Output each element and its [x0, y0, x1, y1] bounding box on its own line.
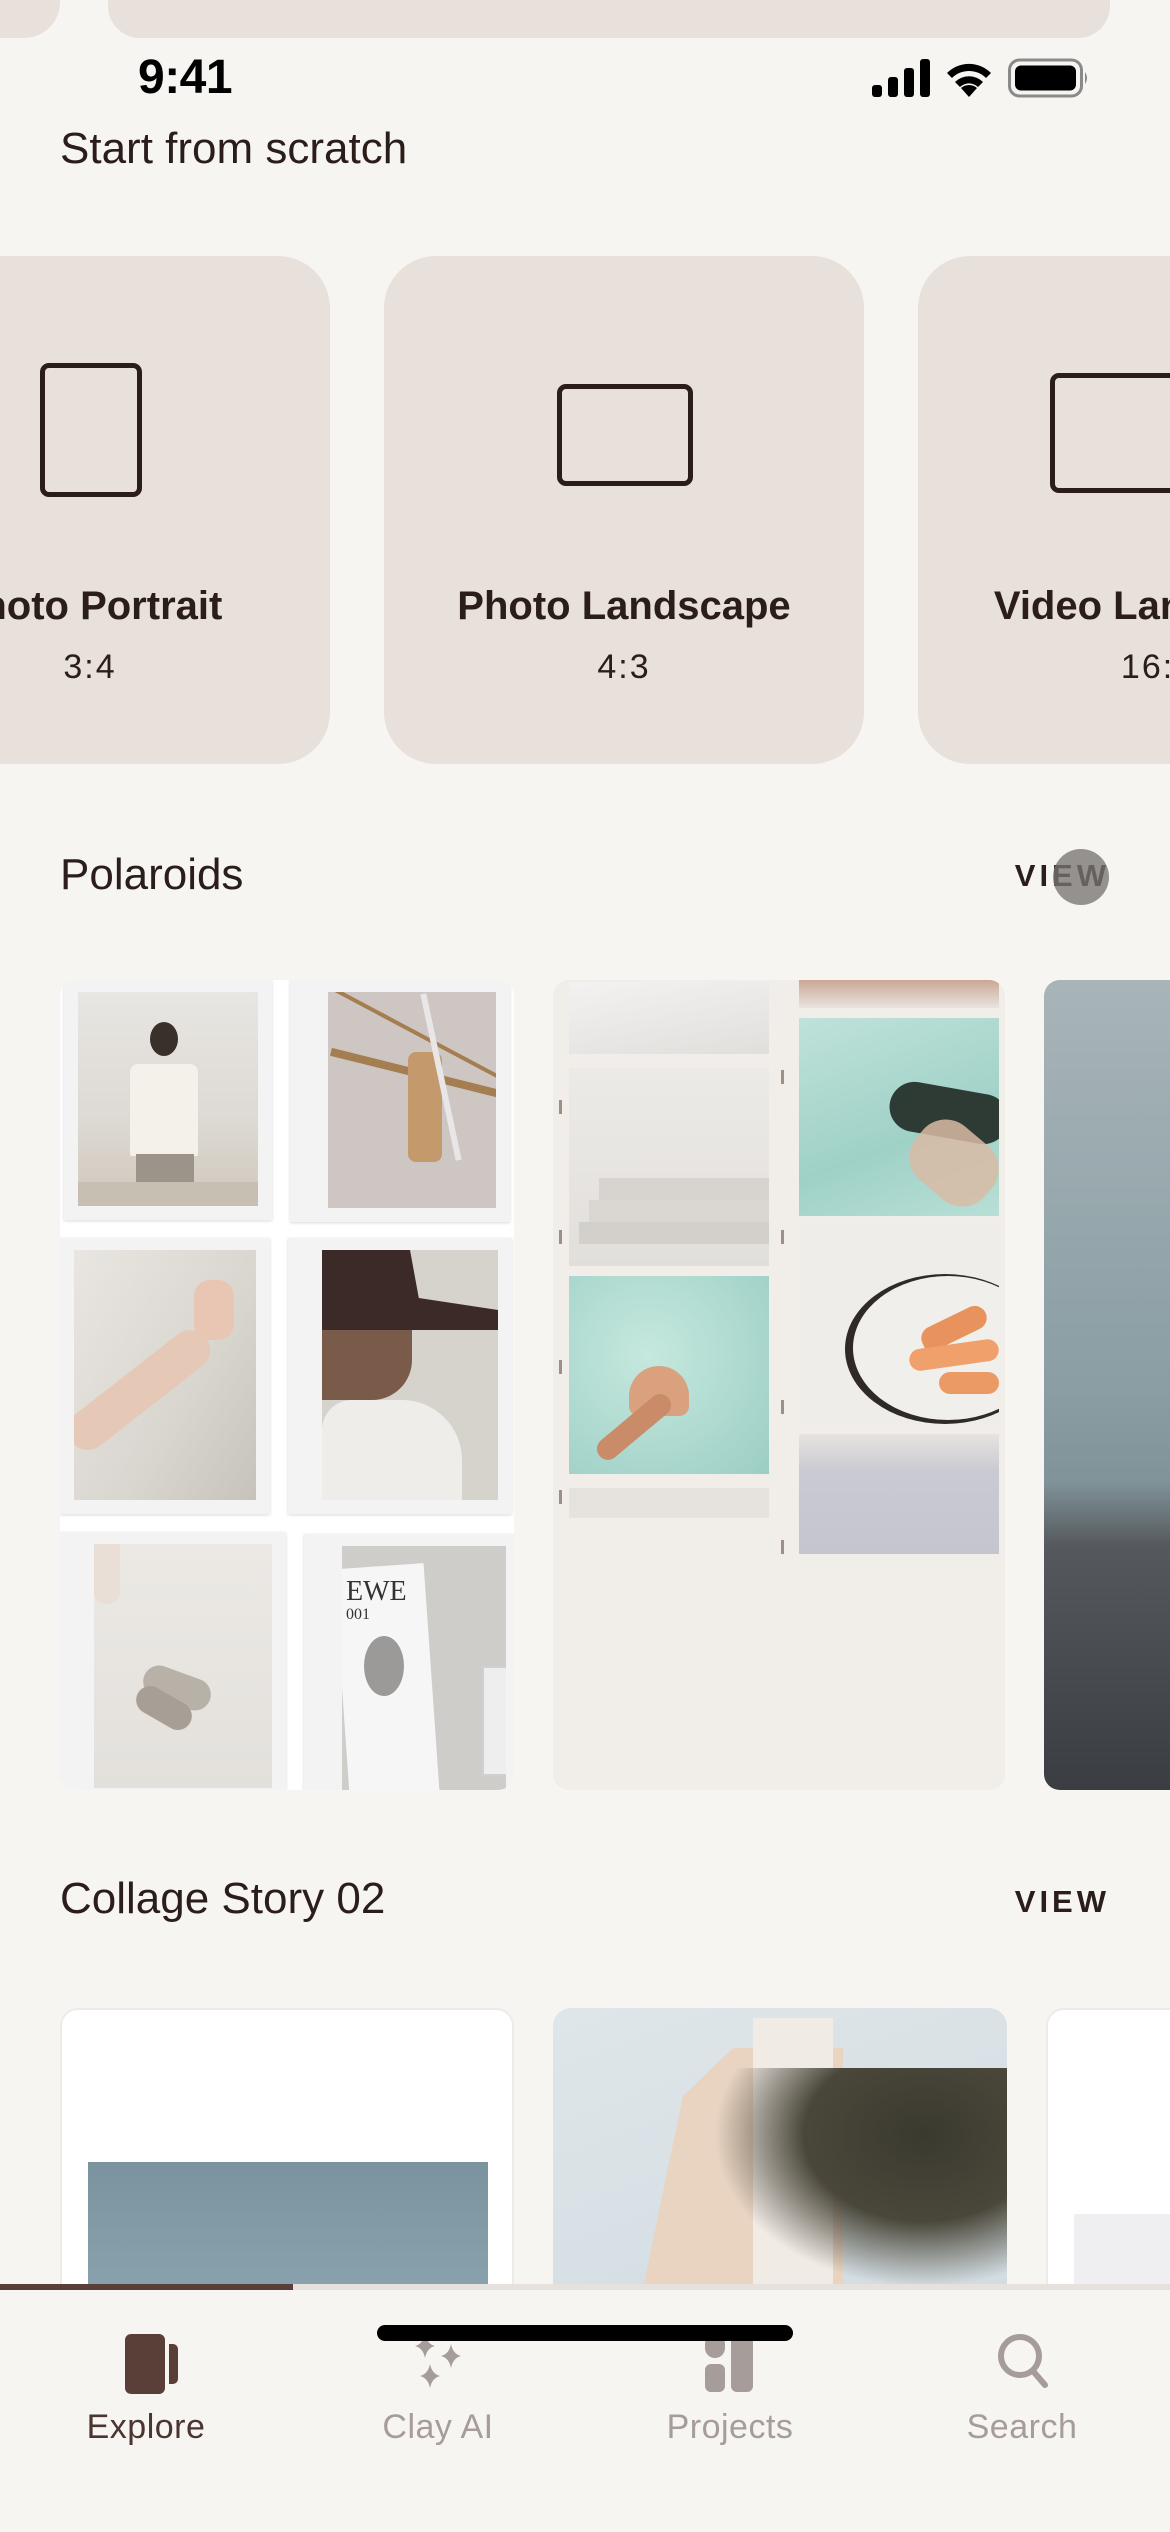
film-photo: [799, 980, 999, 1008]
film-photo: [799, 1018, 999, 1216]
film-photo: [569, 1068, 769, 1266]
polaroid-photo: [60, 1238, 270, 1514]
template-polaroid-grid[interactable]: EWE 001: [60, 980, 514, 1790]
scratch-card-photo-landscape[interactable]: Photo Landscape 4:3: [384, 256, 864, 764]
wifi-icon: [947, 63, 991, 97]
previous-row-card[interactable]: [108, 0, 1110, 38]
sparkles-icon: [415, 2334, 461, 2388]
scratch-card-ratio: 4:3: [597, 648, 651, 686]
magazine-text: EWE: [346, 1576, 407, 1607]
story-template-blue-sky[interactable]: [60, 2008, 514, 2288]
scratch-card-photo-portrait[interactable]: Photo Portrait 3:4: [0, 256, 330, 764]
polaroid-photo: [290, 980, 510, 1222]
scratch-card-ratio: 16:9: [1120, 648, 1170, 686]
landscape-frame-icon: [557, 384, 693, 486]
scratch-card-video-landscape[interactable]: Video Landscape 16:9: [918, 256, 1170, 764]
battery-icon: [1008, 58, 1087, 98]
scratch-card-name: Photo Landscape: [457, 584, 791, 628]
polaroid-photo: EWE 001: [304, 1534, 514, 1790]
scratch-card-name: Video Landscape: [993, 584, 1170, 628]
portrait-frame-icon: [40, 363, 142, 497]
template-film-strip[interactable]: [553, 980, 1005, 1790]
scratch-card-ratio: 3:4: [63, 648, 117, 686]
story-template-palm-building[interactable]: [553, 2008, 1007, 2288]
scratch-card-name: Photo Portrait: [0, 584, 223, 628]
polaroid-photo: [60, 1532, 286, 1790]
status-bar: 9:41: [0, 46, 1170, 110]
tab-label: Projects: [666, 2408, 794, 2446]
tab-label: Clay AI: [382, 2408, 494, 2446]
cellular-signal-icon: [872, 59, 930, 97]
polaroid-photo: [288, 1238, 512, 1514]
tab-label: Explore: [86, 2408, 206, 2446]
film-photo: [799, 1226, 999, 1424]
video-frame-icon: [1050, 373, 1170, 493]
film-photo: [799, 1434, 999, 1554]
film-photo: [569, 1488, 769, 1518]
template-city-skyline[interactable]: [1044, 980, 1170, 1790]
scratch-carousel[interactable]: Photo Portrait 3:4 Photo Landscape 4:3 V…: [0, 256, 1170, 766]
film-photo: [569, 1276, 769, 1474]
scratch-section-title: Start from scratch: [60, 124, 408, 173]
polaroid-photo: [64, 980, 272, 1220]
home-indicator[interactable]: [377, 2325, 793, 2341]
polaroids-section-title: Polaroids: [60, 850, 244, 899]
status-time: 9:41: [138, 51, 233, 104]
polaroids-view-button[interactable]: VIEW: [1015, 858, 1110, 894]
film-photo: [569, 982, 769, 1054]
previous-row-card[interactable]: [0, 0, 60, 38]
collage-view-button[interactable]: VIEW: [1015, 1884, 1110, 1920]
magazine-subtext: 001: [346, 1606, 370, 1623]
tab-label: Search: [966, 2408, 1078, 2446]
projects-icon: [705, 2334, 753, 2392]
tab-search[interactable]: Search: [876, 2310, 1168, 2446]
status-icons: [872, 58, 1090, 98]
story-template-white[interactable]: [1046, 2008, 1170, 2288]
search-icon: [998, 2334, 1048, 2388]
tab-explore[interactable]: Explore: [0, 2310, 292, 2446]
collage-section-title: Collage Story 02: [60, 1874, 386, 1923]
explore-icon: [125, 2334, 178, 2394]
